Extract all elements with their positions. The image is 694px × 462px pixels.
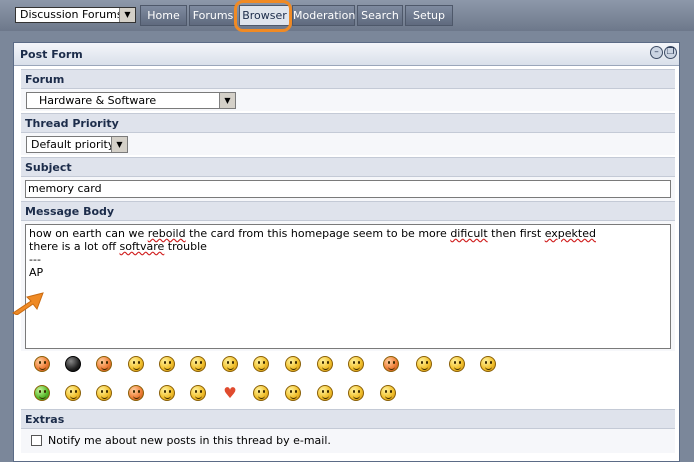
forum-label: Forum	[25, 73, 65, 86]
evil-grin-face-icon[interactable]	[348, 356, 364, 372]
misspelled-word: expekted	[544, 227, 596, 240]
site-section-selector-value: Discussion Forums	[20, 8, 123, 21]
tab-forums[interactable]: Forums	[189, 5, 237, 26]
priority-select-value: Default priority	[31, 138, 115, 151]
cool-face-icon[interactable]	[96, 385, 112, 401]
top-navigation-bar: Discussion Forums ▼ Home Forums Browser …	[0, 0, 694, 32]
tab-search[interactable]: Search	[357, 5, 403, 26]
message-section-header: Message Body	[21, 201, 675, 221]
misspelled-word: reboild	[147, 227, 186, 240]
tab-setup-label: Setup	[412, 9, 446, 22]
site-section-selector[interactable]: Discussion Forums ▼	[15, 7, 136, 23]
tongue-out-face-icon[interactable]	[416, 356, 432, 372]
sad-face-icon[interactable]	[317, 385, 333, 401]
misspelled-word: dificult	[450, 227, 488, 240]
sunglasses-face-icon[interactable]	[449, 356, 465, 372]
priority-section-header: Thread Priority	[21, 113, 675, 133]
grin-face-icon[interactable]	[159, 356, 175, 372]
notify-label: Notify me about new posts in this thread…	[48, 434, 331, 447]
extras-row: Notify me about new posts in this thread…	[21, 429, 675, 453]
message-textarea[interactable]: how on earth can we reboild the card fro…	[25, 224, 671, 349]
message-row: how on earth can we reboild the card fro…	[21, 221, 675, 351]
highlight-ring	[234, 0, 292, 32]
tab-setup[interactable]: Setup	[405, 5, 453, 26]
pointer-arrow-icon	[12, 292, 44, 315]
kiss-face-icon[interactable]	[480, 356, 496, 372]
surprised-face-icon[interactable]	[317, 356, 333, 372]
message-line: ---	[29, 253, 41, 266]
tab-search-label: Search	[361, 9, 399, 22]
thumbs-up-face-icon[interactable]	[190, 356, 206, 372]
shifty-eyes-face-icon[interactable]	[222, 356, 238, 372]
forum-select-value: Hardware & Software	[39, 94, 157, 107]
post-form-panel: Post Form – ❐ Forum Hardware & Software …	[13, 42, 680, 462]
confused-face-icon[interactable]	[285, 385, 301, 401]
heart-icon[interactable]: ♥	[222, 385, 238, 401]
nerd-face-icon[interactable]	[190, 385, 206, 401]
subject-section-header: Subject	[21, 157, 675, 177]
smile-face-icon[interactable]	[380, 385, 396, 401]
message-label: Message Body	[25, 205, 115, 218]
winged-face-icon[interactable]	[253, 356, 269, 372]
subject-row: memory card	[21, 177, 675, 201]
subject-label: Subject	[25, 161, 72, 174]
priority-select[interactable]: Default priority ▼	[26, 136, 128, 153]
forum-row: Hardware & Software ▼	[21, 89, 675, 111]
laughing-face-icon[interactable]	[128, 385, 144, 401]
dancing-devil-icon[interactable]	[383, 356, 399, 372]
panel-header: Post Form – ❐	[14, 43, 679, 66]
sleepy-face-icon[interactable]	[128, 356, 144, 372]
minimize-icon[interactable]: –	[650, 46, 663, 59]
bomb-icon[interactable]	[65, 356, 81, 372]
restore-icon[interactable]: ❐	[664, 46, 677, 59]
notify-checkbox[interactable]	[31, 435, 42, 446]
forum-select[interactable]: Hardware & Software ▼	[26, 92, 236, 109]
magnifier-face-icon[interactable]	[253, 385, 269, 401]
priority-row: Default priority ▼	[21, 133, 675, 155]
tab-home[interactable]: Home	[140, 5, 187, 26]
tab-home-label: Home	[147, 9, 180, 22]
subject-input[interactable]: memory card	[25, 180, 671, 198]
chevron-down-icon[interactable]: ▼	[111, 137, 127, 152]
message-line: there is a lot off softvare trouble	[29, 240, 207, 253]
extras-section-header: Extras	[21, 409, 675, 429]
subject-input-value: memory card	[28, 182, 102, 195]
tab-moderation-label: Moderation	[293, 9, 356, 22]
blushing-face-icon[interactable]	[348, 385, 364, 401]
message-line: AP	[29, 266, 44, 279]
forum-section-header: Forum	[21, 69, 675, 89]
priority-label: Thread Priority	[25, 117, 119, 130]
extras-label: Extras	[25, 413, 65, 426]
message-line: how on earth can we reboild the card fro…	[29, 227, 596, 240]
tab-forums-label: Forums	[192, 9, 234, 22]
angry-face-icon[interactable]	[34, 356, 50, 372]
sick-face-icon[interactable]	[34, 385, 50, 401]
devil-face-icon[interactable]	[96, 356, 112, 372]
thinking-face-icon[interactable]	[285, 356, 301, 372]
misspelled-word: softvare	[119, 240, 165, 253]
smoking-face-icon[interactable]	[65, 385, 81, 401]
wink-face-icon[interactable]	[159, 385, 175, 401]
chevron-down-icon[interactable]: ▼	[219, 93, 235, 108]
chevron-down-icon[interactable]: ▼	[119, 8, 135, 22]
smiley-palette: ♥	[21, 351, 675, 409]
tab-moderation[interactable]: Moderation	[292, 5, 355, 26]
panel-title: Post Form	[20, 48, 83, 61]
